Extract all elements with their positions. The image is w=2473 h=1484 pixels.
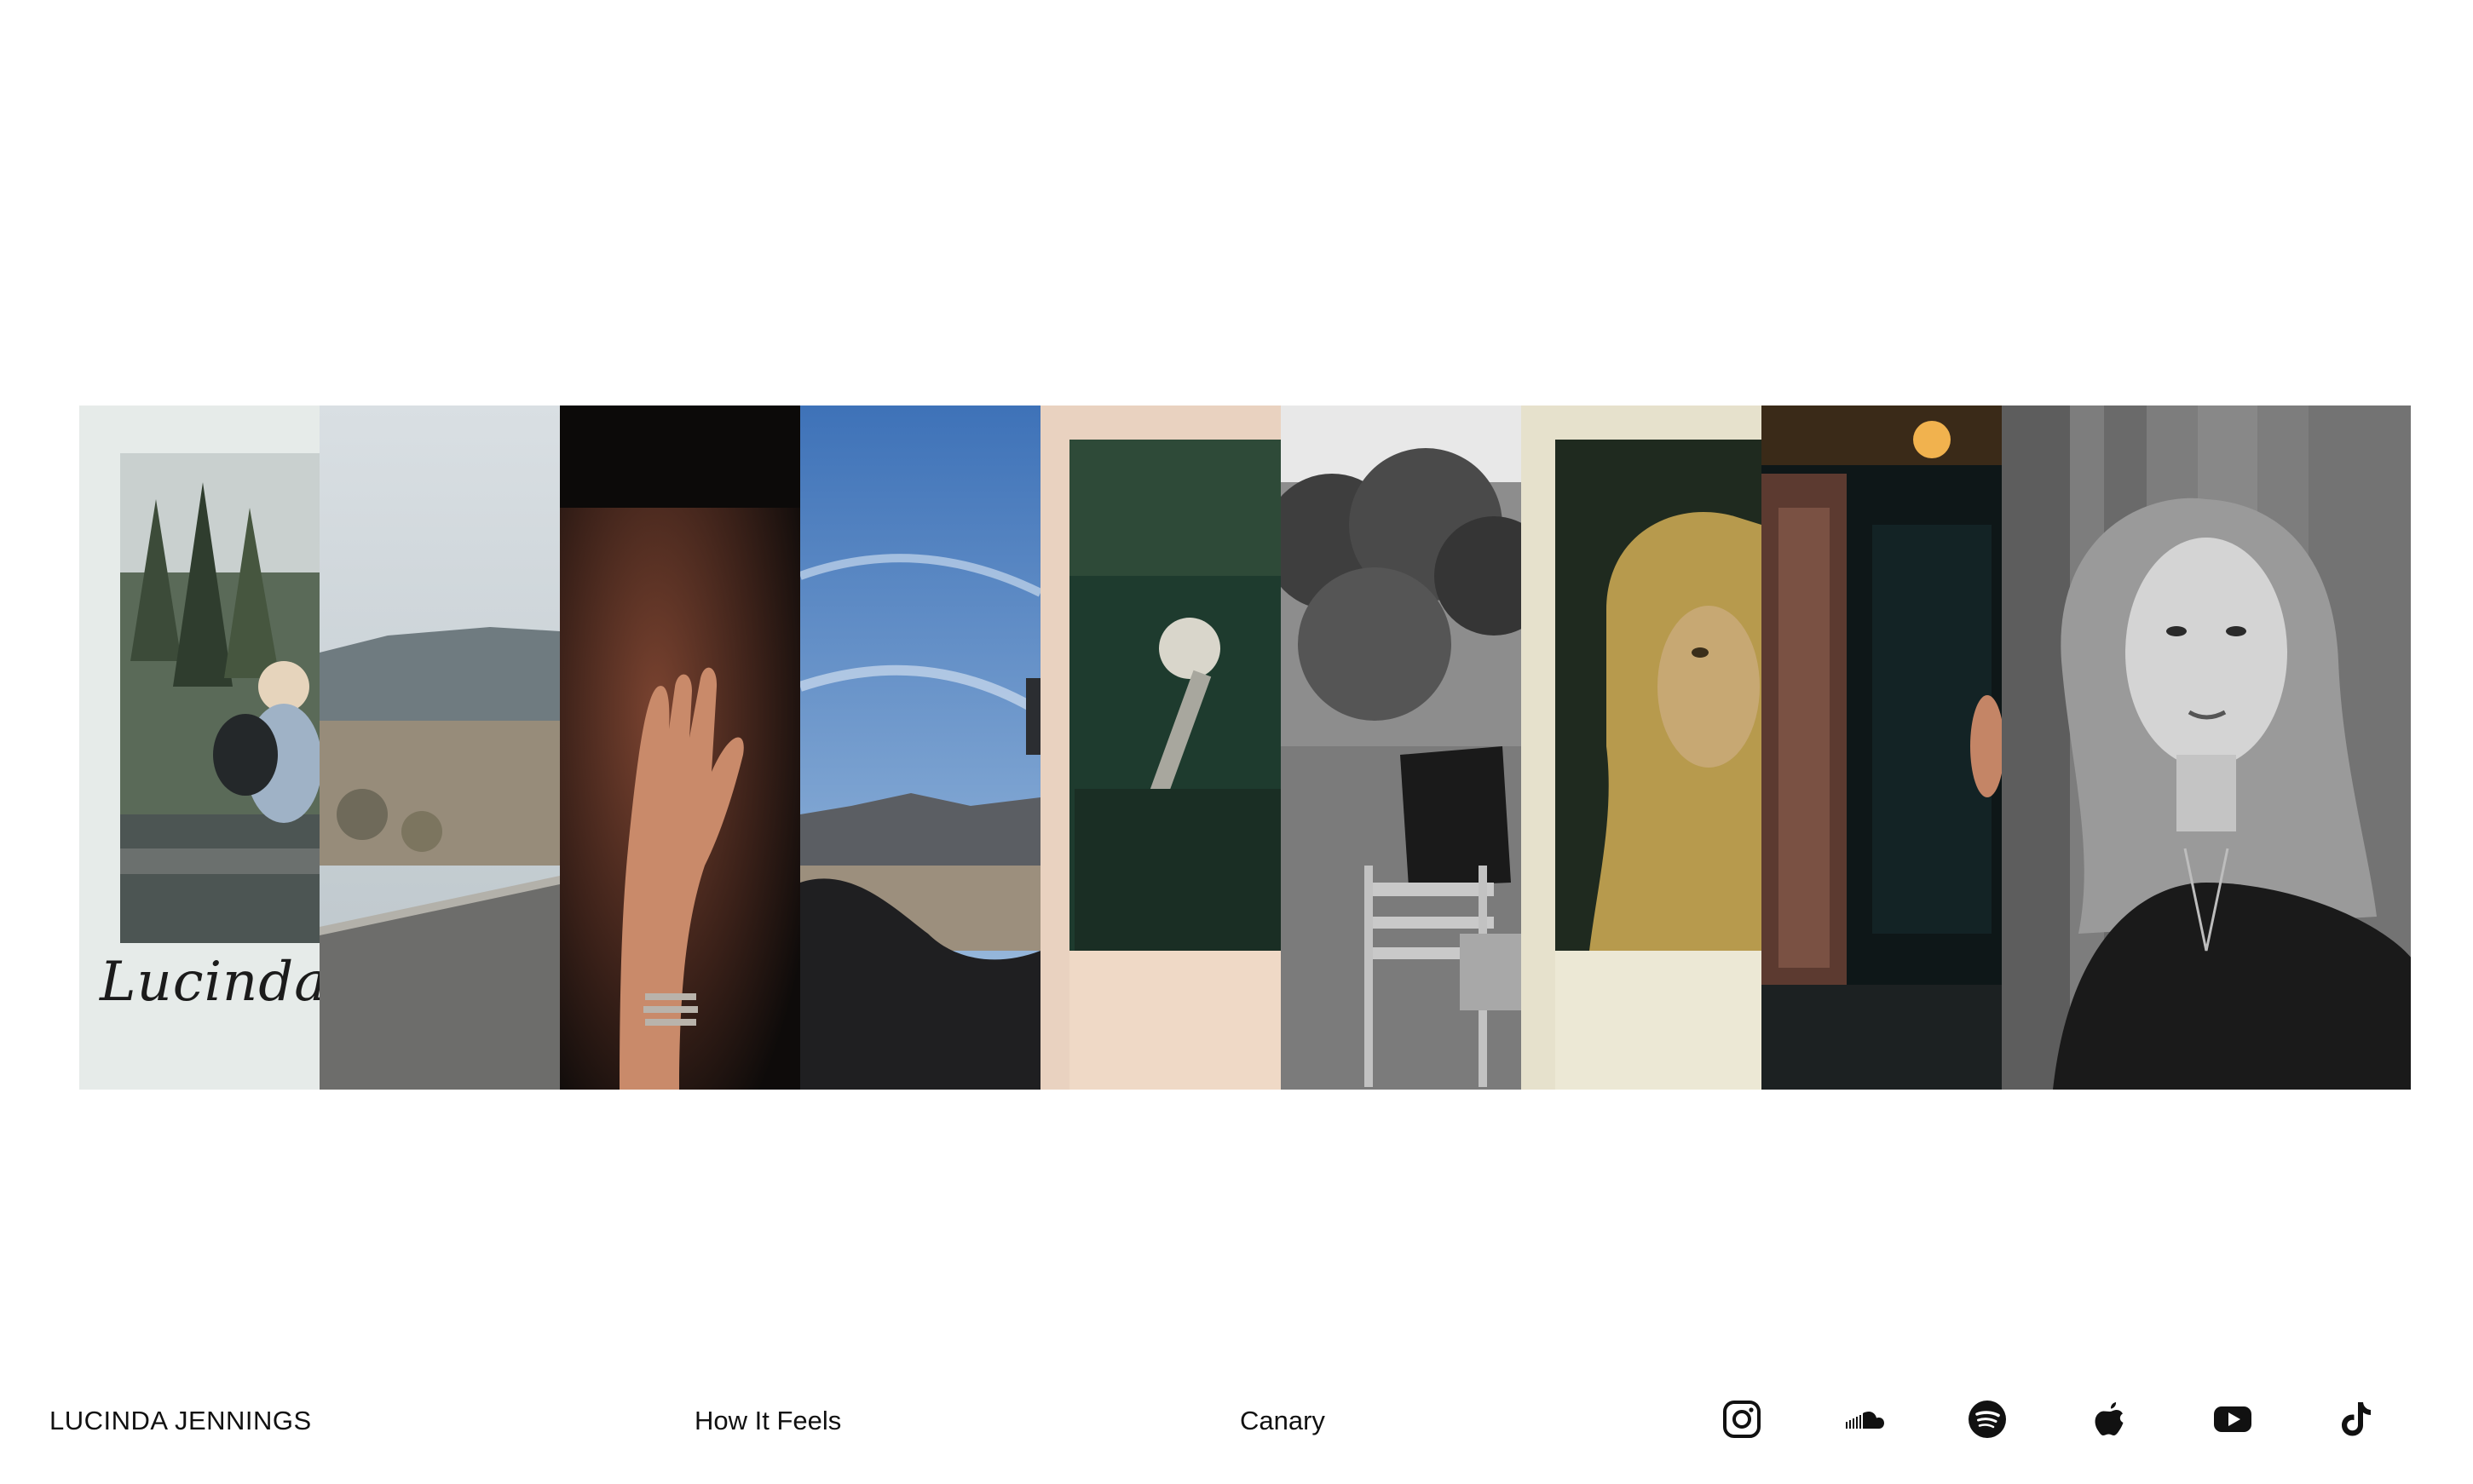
gallery-photo-hand-hair[interactable] [560, 406, 800, 1090]
gallery-photo-road-hills[interactable] [320, 406, 560, 1090]
gallery-photo-polaroid-trees[interactable]: Lucinda [79, 406, 320, 1090]
spotify-icon [1969, 1401, 2006, 1438]
instagram-link[interactable] [1720, 1397, 1764, 1441]
gallery-photo-polaroid-portrait[interactable] [1521, 406, 1761, 1090]
nav-link-canary[interactable]: Canary [1240, 1407, 1325, 1434]
brand-name-link[interactable]: LUCINDA JENNINGS [49, 1407, 312, 1434]
gallery-photo-polaroid-microphone[interactable] [1041, 406, 1281, 1090]
gallery-photo-bw-portrait[interactable] [2002, 406, 2411, 1090]
youtube-link[interactable] [2211, 1397, 2255, 1441]
page: Lucinda LUCINDA JENNINGS How It Feels Ca… [0, 0, 2473, 1484]
soundcloud-link[interactable] [1842, 1397, 1887, 1441]
gallery-photo-bw-chair-bushes[interactable] [1281, 406, 1521, 1090]
polaroid-signature: Lucinda [100, 951, 320, 1014]
instagram-icon [1723, 1401, 1761, 1438]
gallery-photo-desert-sky[interactable] [800, 406, 1041, 1090]
spotify-link[interactable] [1965, 1397, 2009, 1441]
photo-gallery-strip: Lucinda [79, 406, 2411, 1090]
tiktok-icon [2342, 1402, 2371, 1436]
apple-music-link[interactable] [2088, 1397, 2132, 1441]
youtube-icon [2214, 1406, 2251, 1432]
soundcloud-icon [1846, 1412, 1884, 1429]
nav-link-how-it-feels[interactable]: How It Feels [695, 1407, 841, 1434]
apple-music-icon [2095, 1402, 2124, 1435]
gallery-photo-doorway-night[interactable] [1761, 406, 2002, 1090]
tiktok-link[interactable] [2333, 1397, 2378, 1441]
footer: LUCINDA JENNINGS How It Feels Canary [0, 1397, 2473, 1457]
